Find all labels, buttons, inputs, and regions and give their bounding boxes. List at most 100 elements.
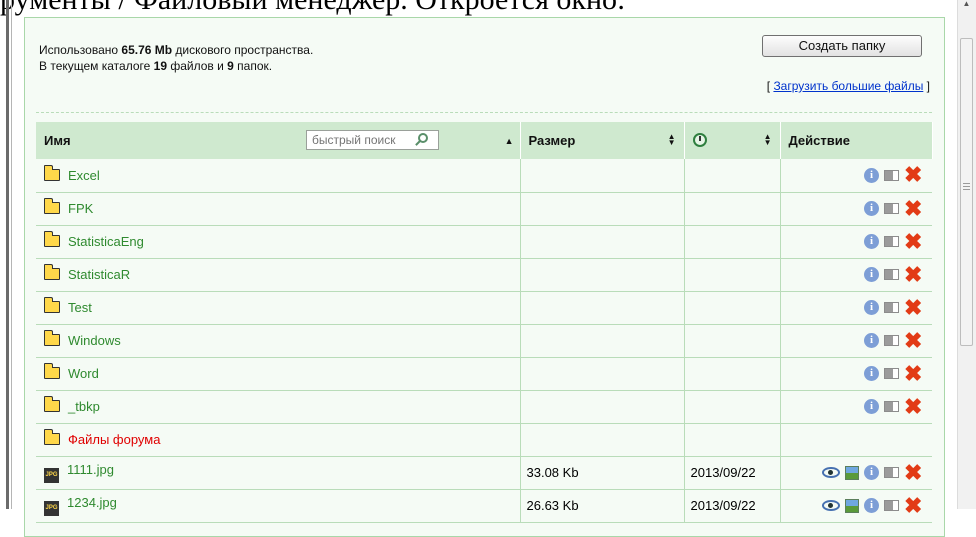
table-row[interactable]: FPK i ✖ bbox=[36, 192, 932, 226]
rename-icon[interactable] bbox=[884, 302, 899, 313]
item-name[interactable]: StatisticaR bbox=[68, 267, 130, 282]
column-name-header[interactable]: Имя ▲ bbox=[36, 122, 521, 159]
cell-date bbox=[684, 192, 781, 226]
sort-asc-icon[interactable]: ▲ bbox=[505, 136, 514, 146]
table-row[interactable]: Windows i ✖ bbox=[36, 324, 932, 358]
search-icon[interactable] bbox=[418, 133, 428, 143]
item-name[interactable]: Файлы форума bbox=[68, 432, 160, 447]
cell-name[interactable]: StatisticaR bbox=[36, 258, 521, 292]
cell-name[interactable]: JPG 1234.jpg bbox=[36, 489, 521, 523]
folder-icon bbox=[43, 396, 60, 412]
sort-toggle-icon[interactable]: ▲ ▼ bbox=[764, 133, 772, 147]
cell-size bbox=[520, 423, 685, 457]
item-name[interactable]: StatisticaEng bbox=[68, 234, 144, 249]
info-icon[interactable]: i bbox=[864, 399, 879, 414]
item-name[interactable]: 1111.jpg bbox=[67, 462, 114, 477]
item-name[interactable]: Word bbox=[68, 366, 99, 381]
cell-name[interactable]: Файлы форума bbox=[36, 423, 521, 457]
item-name[interactable]: _tbkp bbox=[68, 399, 100, 414]
info-icon[interactable]: i bbox=[864, 167, 879, 183]
cell-name[interactable]: JPG 1111.jpg bbox=[36, 456, 521, 490]
table-row[interactable]: Word i ✖ bbox=[36, 357, 932, 391]
info-icon[interactable]: i bbox=[864, 300, 879, 315]
delete-icon[interactable]: ✖ bbox=[904, 329, 922, 351]
cell-actions bbox=[780, 423, 932, 457]
delete-icon[interactable]: ✖ bbox=[904, 362, 922, 384]
cell-date: 2013/09/22 bbox=[684, 456, 781, 490]
file-count: 19 bbox=[153, 59, 168, 73]
disk-usage-line: Использовано 65.76 Mb дискового простран… bbox=[39, 43, 314, 57]
sort-toggle-icon[interactable]: ▲ ▼ bbox=[668, 133, 676, 147]
table-row[interactable]: StatisticaR i ✖ bbox=[36, 258, 932, 292]
delete-icon[interactable]: ✖ bbox=[904, 230, 922, 252]
delete-icon[interactable]: ✖ bbox=[904, 263, 922, 285]
cell-size bbox=[520, 258, 685, 292]
cell-date bbox=[684, 258, 781, 292]
table-row[interactable]: Excel i ✖ bbox=[36, 159, 932, 193]
view-icon[interactable] bbox=[822, 467, 840, 478]
cell-name[interactable]: Word bbox=[36, 357, 521, 391]
delete-icon[interactable]: ✖ bbox=[904, 296, 922, 318]
column-date-header[interactable]: ▲ ▼ bbox=[684, 122, 781, 159]
rename-icon[interactable] bbox=[884, 203, 899, 214]
table-row[interactable]: StatisticaEng i ✖ bbox=[36, 225, 932, 259]
rename-icon[interactable] bbox=[884, 467, 899, 478]
delete-icon[interactable]: ✖ bbox=[904, 494, 922, 516]
delete-icon[interactable]: ✖ bbox=[904, 461, 922, 483]
cell-actions: i ✖ bbox=[780, 324, 932, 358]
table-row[interactable]: _tbkp i ✖ bbox=[36, 390, 932, 424]
table-row[interactable]: JPG 1234.jpg 26.63 Kb 2013/09/22 i ✖ bbox=[36, 489, 932, 523]
scrollbar-thumb[interactable] bbox=[960, 38, 973, 346]
cell-name[interactable]: FPK bbox=[36, 192, 521, 226]
info-icon[interactable]: i bbox=[864, 498, 879, 513]
folder-icon bbox=[43, 297, 60, 313]
image-icon[interactable] bbox=[845, 465, 859, 480]
column-size-header[interactable]: Размер ▲ ▼ bbox=[520, 122, 685, 159]
cell-size bbox=[520, 159, 685, 193]
left-window-edge-inner bbox=[11, 0, 12, 509]
cell-name[interactable]: Excel bbox=[36, 159, 521, 193]
folder-icon bbox=[43, 231, 60, 247]
table-row[interactable]: JPG 1111.jpg 33.08 Kb 2013/09/22 i ✖ bbox=[36, 456, 932, 490]
delete-icon[interactable]: ✖ bbox=[904, 164, 922, 186]
scroll-up-arrow[interactable]: ▲ bbox=[960, 0, 973, 8]
info-icon[interactable]: i bbox=[864, 333, 879, 348]
rename-icon[interactable] bbox=[884, 401, 899, 412]
upload-large-files-link[interactable]: Загрузить большие файлы bbox=[773, 79, 923, 93]
rename-icon[interactable] bbox=[884, 169, 899, 181]
cell-actions: i ✖ bbox=[780, 225, 932, 259]
rename-icon[interactable] bbox=[884, 500, 899, 511]
item-name[interactable]: 1234.jpg bbox=[67, 495, 117, 510]
cell-name[interactable]: _tbkp bbox=[36, 390, 521, 424]
directory-counts-line: В текущем каталоге 19 файлов и 9 папок. bbox=[39, 59, 273, 73]
cell-name[interactable]: Test bbox=[36, 291, 521, 325]
cell-name[interactable]: Windows bbox=[36, 324, 521, 358]
rename-icon[interactable] bbox=[884, 335, 899, 346]
view-icon[interactable] bbox=[822, 500, 840, 511]
item-name[interactable]: Test bbox=[68, 300, 92, 315]
file-table: Имя ▲ Размер ▲▼ ▲▼ Действие Exceli✖FPKi✖… bbox=[36, 122, 933, 523]
table-row[interactable]: Файлы форума bbox=[36, 423, 932, 457]
info-icon[interactable]: i bbox=[864, 366, 879, 381]
rename-icon[interactable] bbox=[884, 368, 899, 379]
item-name[interactable]: Excel bbox=[68, 168, 100, 183]
cell-size bbox=[520, 390, 685, 424]
info-icon[interactable]: i bbox=[864, 267, 879, 282]
cell-actions: i ✖ bbox=[780, 456, 932, 490]
column-action-header: Действие bbox=[780, 122, 933, 159]
info-icon[interactable]: i bbox=[864, 234, 879, 249]
item-name[interactable]: FPK bbox=[68, 201, 93, 216]
cell-actions: i ✖ bbox=[780, 357, 932, 391]
cell-size: 26.63 Kb bbox=[520, 489, 685, 523]
delete-icon[interactable]: ✖ bbox=[904, 197, 922, 219]
info-icon[interactable]: i bbox=[864, 201, 879, 216]
rename-icon[interactable] bbox=[884, 236, 899, 247]
info-icon[interactable]: i bbox=[864, 465, 879, 480]
table-row[interactable]: Test i ✖ bbox=[36, 291, 932, 325]
cell-name[interactable]: StatisticaEng bbox=[36, 225, 521, 259]
rename-icon[interactable] bbox=[884, 269, 899, 280]
image-icon[interactable] bbox=[845, 498, 859, 513]
item-name[interactable]: Windows bbox=[68, 333, 121, 348]
delete-icon[interactable]: ✖ bbox=[904, 395, 922, 417]
create-folder-button[interactable]: Создать папку bbox=[762, 35, 922, 57]
